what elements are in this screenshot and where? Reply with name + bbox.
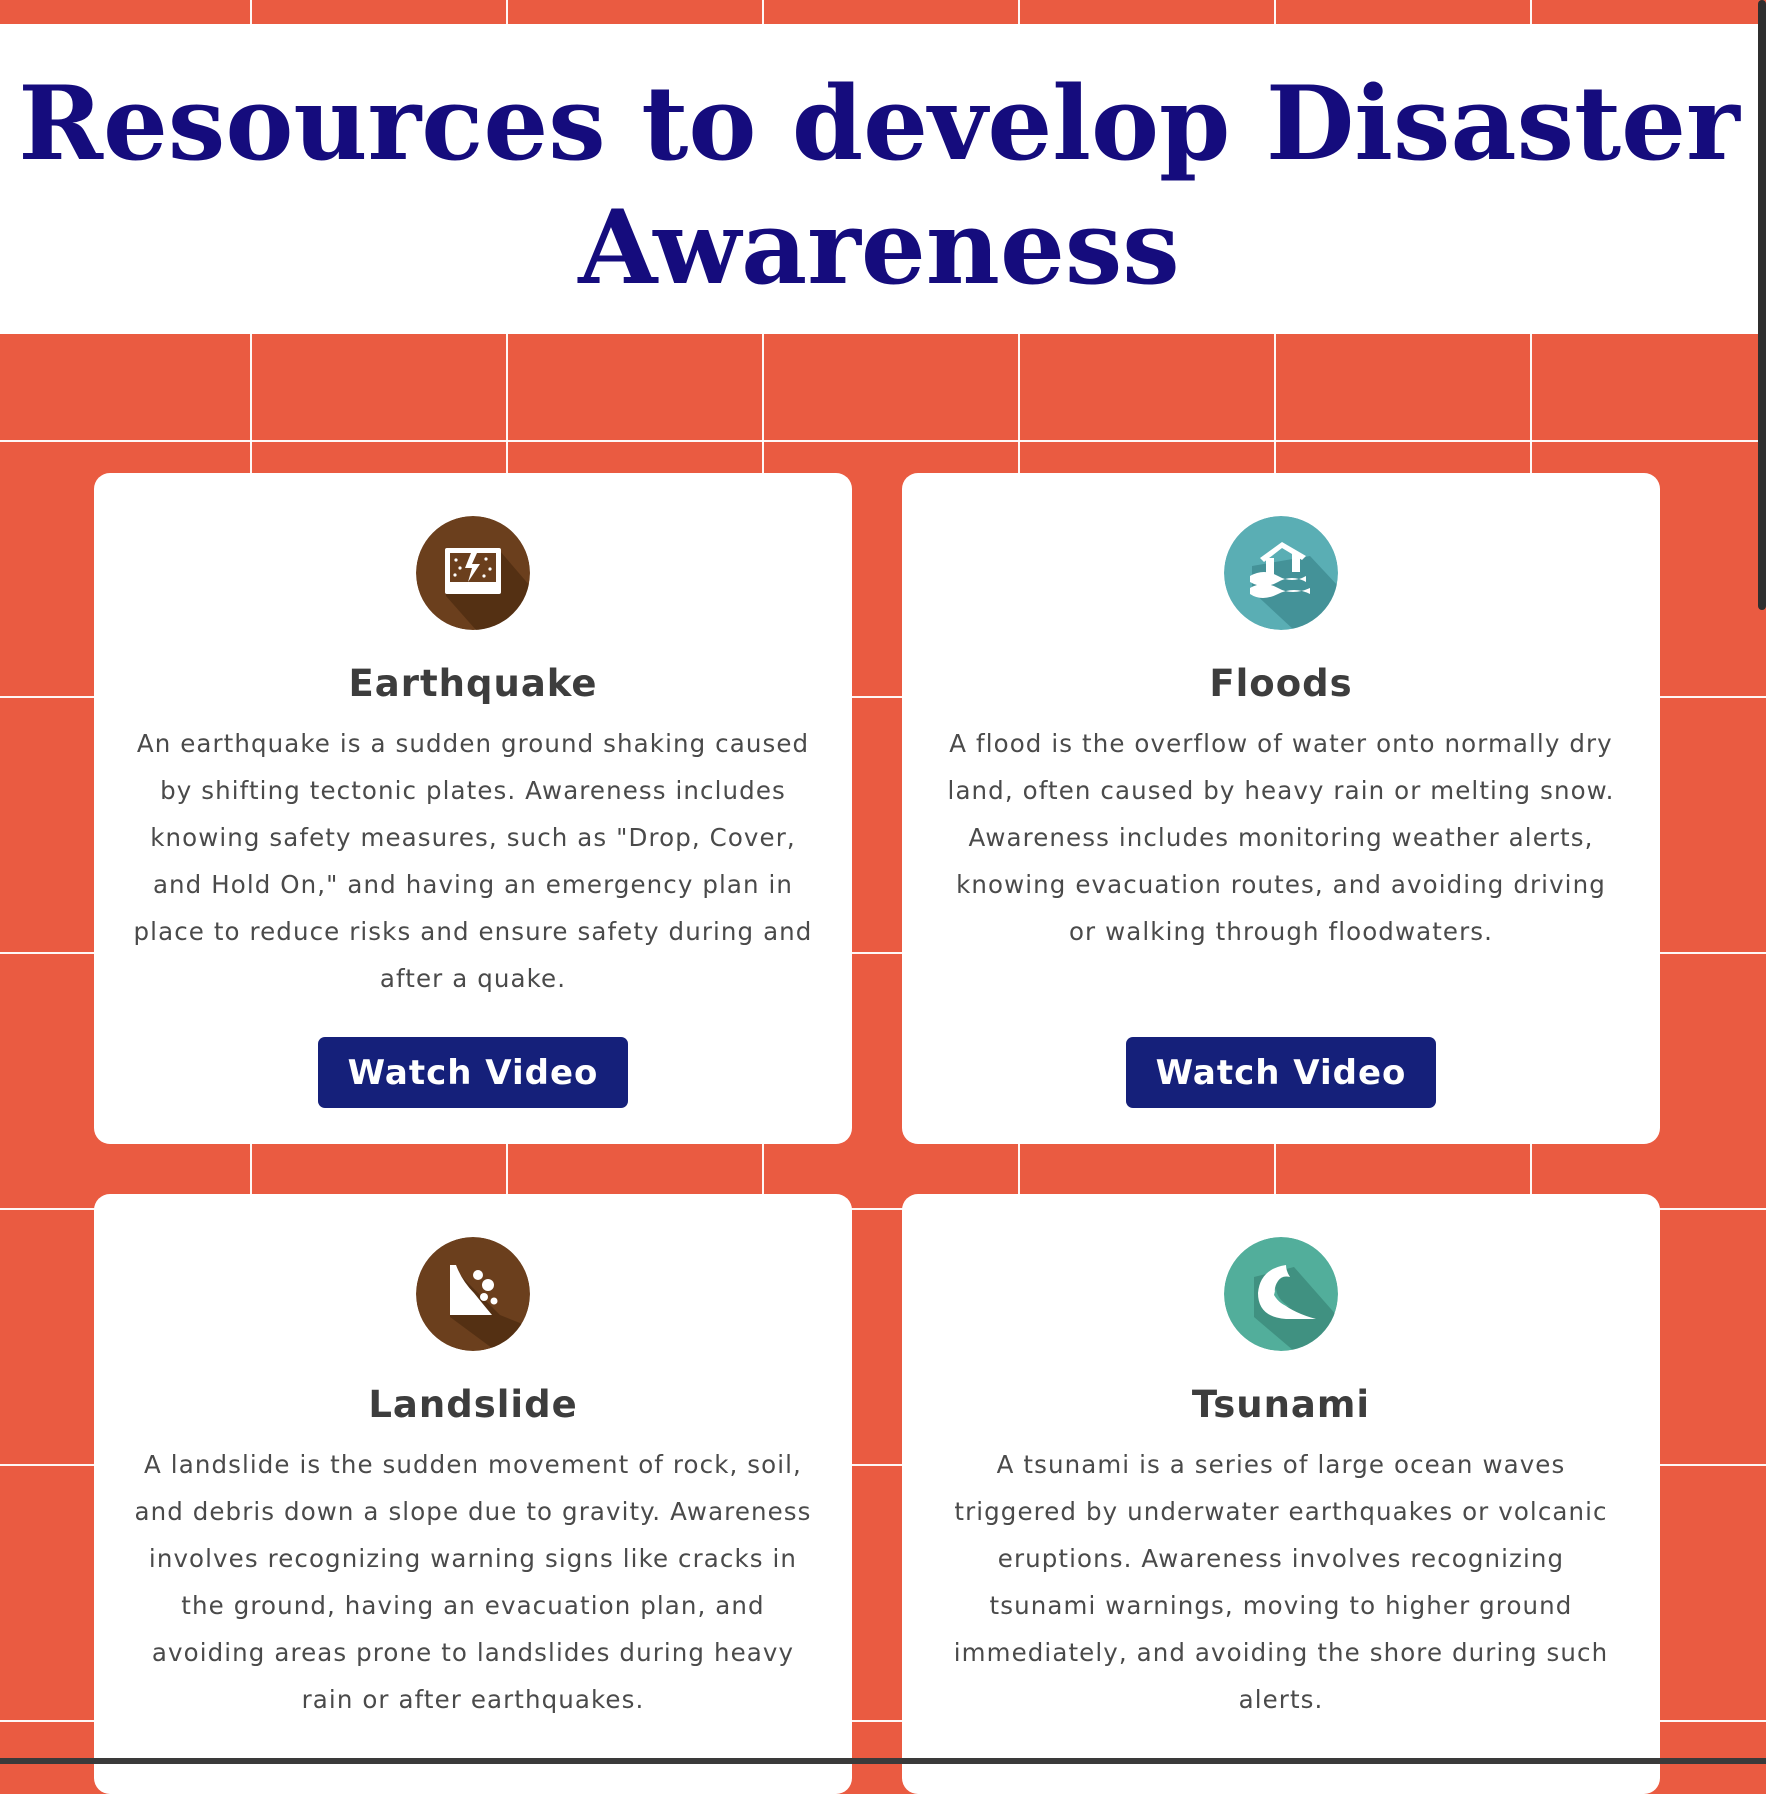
- scrollbar[interactable]: [1758, 0, 1766, 610]
- flood-icon: [1224, 516, 1338, 630]
- watch-video-button[interactable]: Watch Video: [318, 1037, 628, 1108]
- earthquake-icon: [416, 516, 530, 630]
- watch-video-button[interactable]: Watch Video: [1126, 1037, 1436, 1108]
- page-title: Resources to develop Disaster Awareness: [18, 64, 1740, 308]
- card-description: A flood is the overflow of water onto no…: [947, 729, 1615, 946]
- card-description: An earthquake is a sudden ground shaking…: [133, 729, 813, 993]
- disaster-card-tsunami: Tsunami A tsunami is a series of large o…: [902, 1194, 1660, 1794]
- card-title: Tsunami: [1191, 1383, 1371, 1426]
- card-title: Landslide: [368, 1383, 578, 1426]
- card-description: A landslide is the sudden movement of ro…: [134, 1450, 812, 1714]
- tsunami-icon: [1224, 1237, 1338, 1351]
- card-title: Earthquake: [348, 662, 598, 705]
- window-bottom-edge: [0, 1758, 1766, 1764]
- page-header: Resources to develop Disaster Awareness: [0, 24, 1758, 334]
- disaster-card-earthquake: Earthquake An earthquake is a sudden gro…: [94, 473, 852, 1144]
- disaster-card-floods: Floods A flood is the overflow of water …: [902, 473, 1660, 1144]
- card-title: Floods: [1209, 662, 1353, 705]
- landslide-icon: [416, 1237, 530, 1351]
- card-description: A tsunami is a series of large ocean wav…: [953, 1450, 1609, 1714]
- disaster-card-landslide: Landslide A landslide is the sudden move…: [94, 1194, 852, 1794]
